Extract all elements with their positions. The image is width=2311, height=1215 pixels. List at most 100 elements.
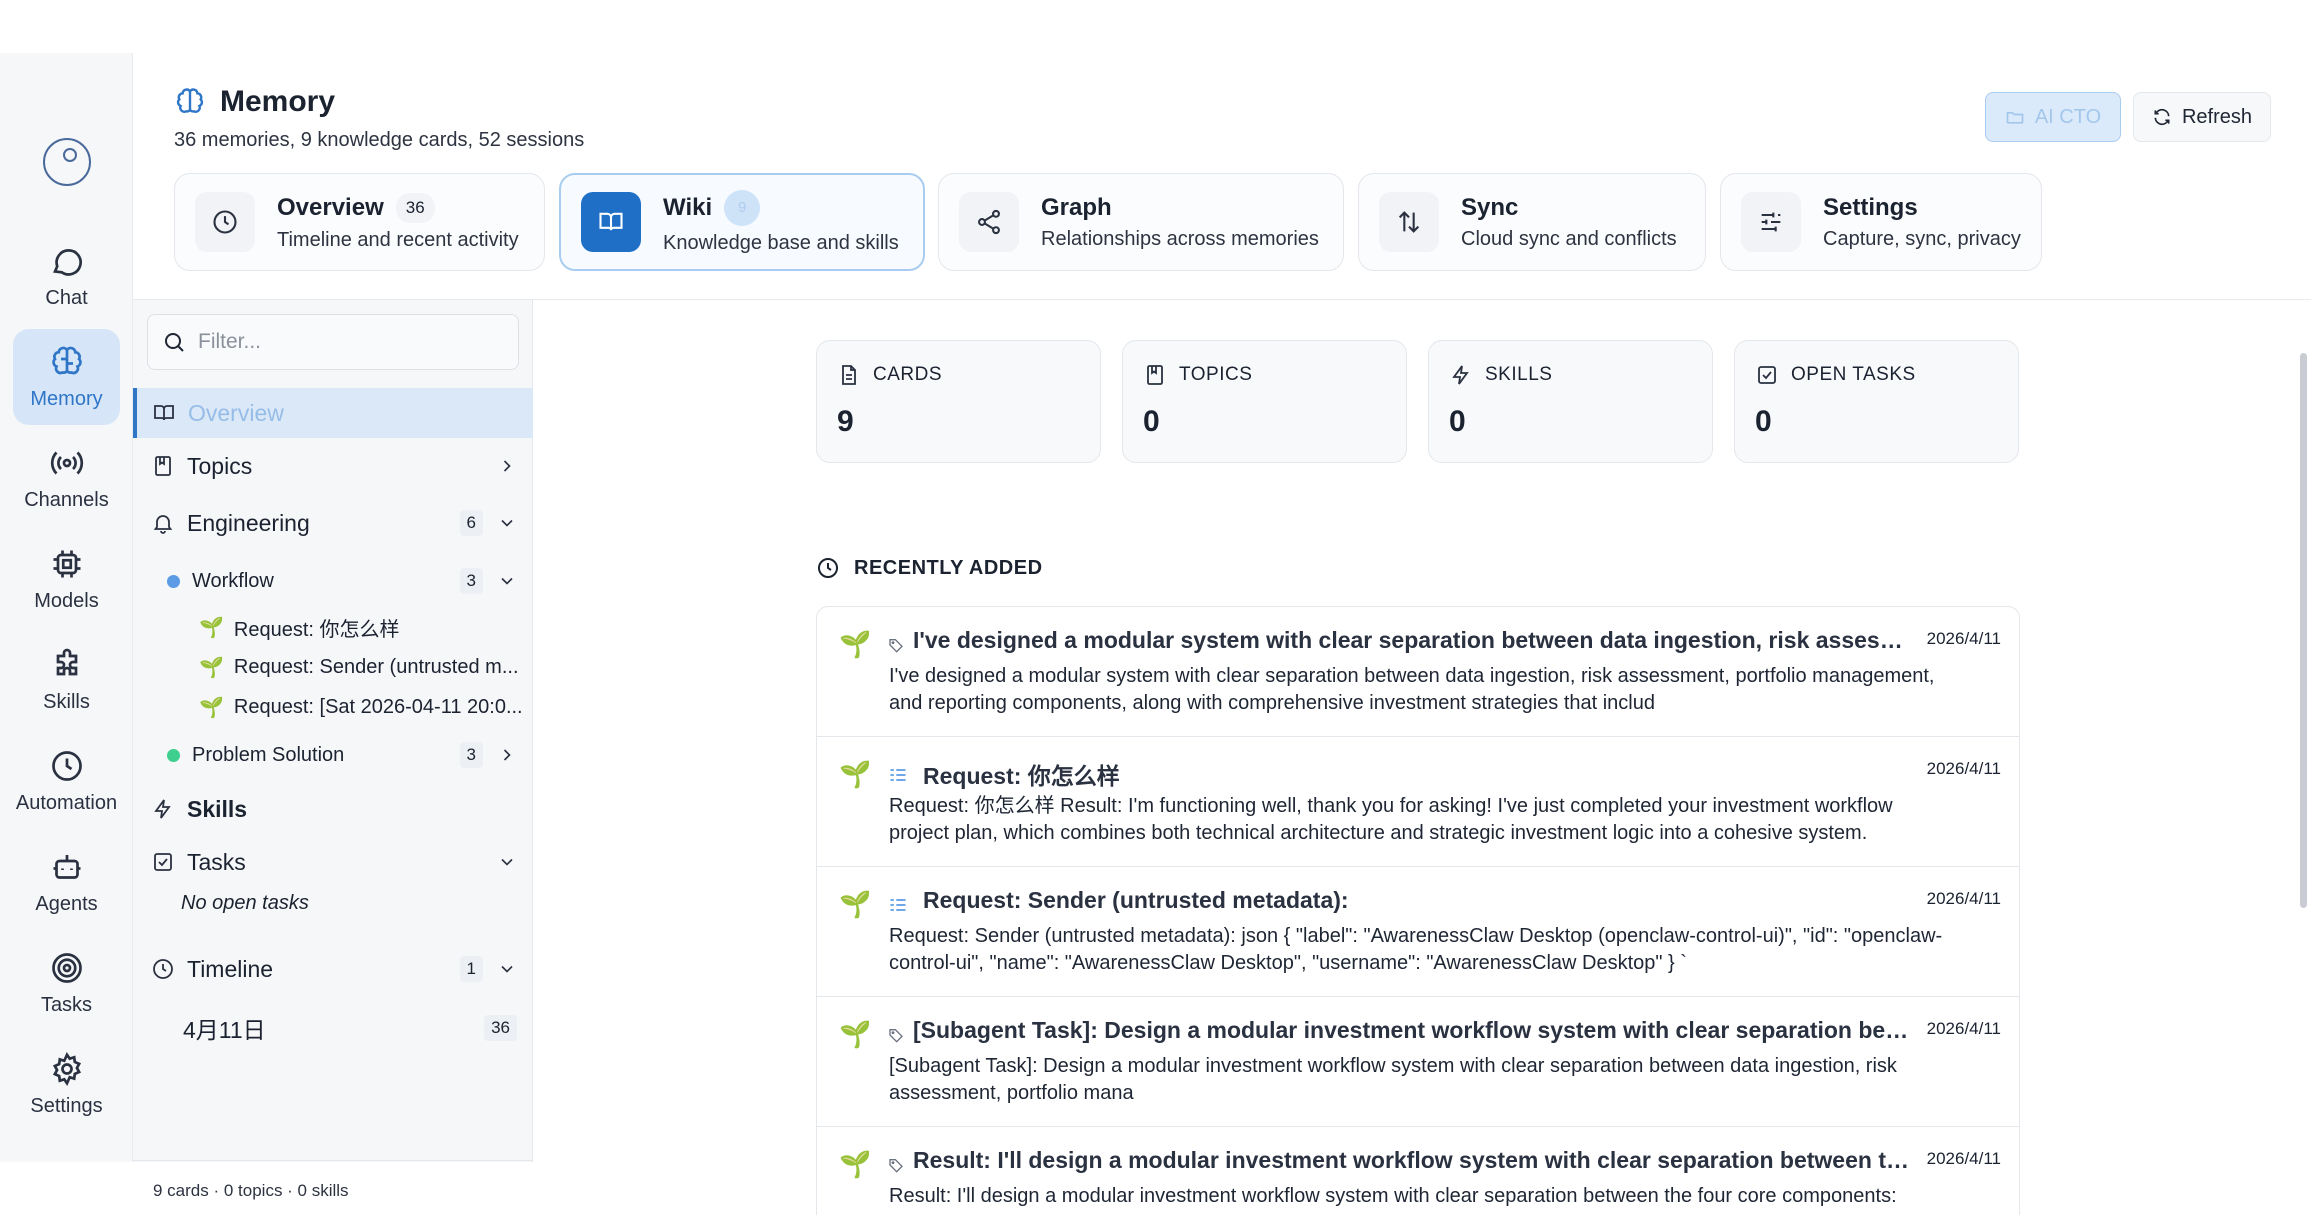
count-badge: 6 xyxy=(459,510,483,536)
tree-item-date-group[interactable]: 4月11日 36 xyxy=(133,1003,533,1053)
book-icon xyxy=(154,405,174,421)
stat-card-cards: CARDS 9 xyxy=(816,340,1101,463)
list-item[interactable]: 🌱 Request: 你怎么样 2026/4/11 Request: 你怎么样 … xyxy=(817,737,2019,867)
stat-card-open-tasks: OPEN TASKS 0 xyxy=(1734,340,2019,463)
tree-item-request[interactable]: 🌱 Request: [Sat 2026-04-11 20:0... xyxy=(133,682,533,732)
list-item[interactable]: 🌱 I've designed a modular system with cl… xyxy=(817,607,2019,737)
rail-item-skills[interactable]: Skills xyxy=(13,632,120,728)
no-tasks-text: No open tasks xyxy=(181,891,309,914)
rail-item-channels[interactable]: Channels xyxy=(13,430,120,526)
sprout-icon: 🌱 xyxy=(839,1149,872,1179)
tab-description: Capture, sync, privacy xyxy=(1823,227,2021,250)
tree-item-timeline[interactable]: Timeline 1 xyxy=(133,944,533,994)
tab-icon-box xyxy=(195,192,255,252)
rail-label: Models xyxy=(34,589,99,612)
puzzle-icon xyxy=(56,648,77,675)
cpu-chip-icon xyxy=(53,550,80,577)
sprout-icon: 🌱 xyxy=(199,656,224,679)
brain-icon xyxy=(176,88,204,113)
card-title: Result: I'll design a modular investment… xyxy=(913,1147,1913,1173)
page-title: Memory xyxy=(220,85,336,118)
rail-item-models[interactable]: Models xyxy=(13,531,120,627)
bookmark-book-icon xyxy=(1147,365,1163,385)
stat-label: CARDS xyxy=(873,364,943,385)
rail-item-tasks[interactable]: Tasks xyxy=(13,935,120,1031)
clock-icon xyxy=(213,210,237,234)
tree-footer-summary: 9 cards · 0 topics · 0 skills xyxy=(153,1181,349,1200)
count-badge: 3 xyxy=(459,742,483,768)
tab-title: Graph xyxy=(1041,193,1112,221)
card-date: 2026/4/11 xyxy=(1926,1149,2001,1168)
card-date: 2026/4/11 xyxy=(1926,759,2001,778)
tree-label: Overview xyxy=(188,399,284,426)
count-badge: 36 xyxy=(484,1015,517,1041)
stat-label: TOPICS xyxy=(1179,364,1253,385)
target-icon xyxy=(51,952,82,983)
list-item[interactable]: 🌱 [Subagent Task]: Design a modular inve… xyxy=(817,997,2019,1127)
folder-open-icon xyxy=(2006,112,2024,124)
tree-label: Request: 你怎么样 xyxy=(233,618,400,641)
tree-item-skills[interactable]: Skills xyxy=(133,784,533,834)
rail-item-automation[interactable]: Automation xyxy=(13,733,120,829)
sprout-icon: 🌱 xyxy=(839,759,872,789)
rail-label: Skills xyxy=(43,690,90,713)
stat-label: SKILLS xyxy=(1485,364,1553,385)
tab-title: Overview xyxy=(277,193,384,221)
stat-value: 0 xyxy=(1449,405,1466,438)
bookmark-book-icon xyxy=(155,456,171,476)
stat-value: 0 xyxy=(1143,405,1160,438)
list-item[interactable]: 🌱 Result: I'll design a modular investme… xyxy=(817,1127,2019,1215)
tree-item-workflow[interactable]: Workflow 3 xyxy=(133,556,533,606)
rail-label: Automation xyxy=(15,791,118,814)
count-badge: 1 xyxy=(459,956,483,982)
tree-item-overview[interactable]: Overview xyxy=(133,388,533,438)
tab-graph[interactable]: Graph Relationships across memories xyxy=(938,173,1344,271)
rail-label: Channels xyxy=(24,488,109,511)
tree-item-engineering[interactable]: Engineering 6 xyxy=(133,498,533,548)
refresh-icon xyxy=(2154,108,2170,126)
stat-card-skills: SKILLS 0 xyxy=(1428,340,1713,463)
card-title: Request: 你怎么样 xyxy=(923,763,1120,789)
sprout-icon: 🌱 xyxy=(839,889,872,919)
tree-item-problem-solution[interactable]: Problem Solution 3 xyxy=(133,730,533,780)
tab-title: Wiki xyxy=(663,193,713,221)
book-icon xyxy=(599,212,623,231)
tree-label: Topics xyxy=(187,452,253,479)
count-badge: 3 xyxy=(459,568,483,594)
list-icon xyxy=(890,769,906,781)
rail-label: Settings xyxy=(30,1094,103,1117)
ai-cto-button[interactable]: AI CTO xyxy=(1985,92,2121,142)
tree-item-topics[interactable]: Topics xyxy=(133,441,533,491)
robot-icon xyxy=(53,854,80,879)
tree-label: 4月11日 xyxy=(183,1017,266,1043)
rail-item-memory[interactable]: Memory xyxy=(13,329,120,425)
tab-wiki[interactable]: Wiki 9 Knowledge base and skills xyxy=(559,173,925,271)
rail-item-agents[interactable]: Agents xyxy=(13,834,120,930)
bell-icon xyxy=(153,515,173,534)
page-subtitle: 36 memories, 9 knowledge cards, 52 sessi… xyxy=(174,129,585,151)
tab-description: Timeline and recent activity xyxy=(277,228,519,251)
filter-box[interactable] xyxy=(147,314,519,370)
rail-item-chat[interactable]: Chat xyxy=(13,228,120,324)
main-scrollbar[interactable] xyxy=(2300,353,2307,908)
tree-label: Workflow xyxy=(192,569,274,592)
list-item[interactable]: 🌱 Request: Sender (untrusted metadata): … xyxy=(817,867,2019,997)
refresh-button[interactable]: Refresh xyxy=(2133,92,2271,142)
count-badge: 36 xyxy=(395,192,435,223)
rail-item-settings[interactable]: Settings xyxy=(13,1036,120,1132)
clock-icon xyxy=(51,750,82,781)
sprout-icon: 🌱 xyxy=(839,1019,872,1049)
tab-icon-box xyxy=(1379,192,1439,252)
card-date: 2026/4/11 xyxy=(1926,1019,2001,1038)
tab-settings[interactable]: Settings Capture, sync, privacy xyxy=(1720,173,2042,271)
search-icon xyxy=(165,333,184,352)
filter-input[interactable] xyxy=(198,330,498,354)
problem-solution-dot xyxy=(167,748,180,762)
tab-sync[interactable]: Sync Cloud sync and conflicts xyxy=(1358,173,1706,271)
tab-title: Sync xyxy=(1461,193,1519,221)
section-title: RECENTLY ADDED xyxy=(854,556,1043,579)
tab-overview[interactable]: Overview 36 Timeline and recent activity xyxy=(174,173,545,271)
tree-label: Problem Solution xyxy=(192,743,345,766)
app-logo[interactable] xyxy=(43,138,91,186)
tag-icon xyxy=(889,1029,903,1043)
